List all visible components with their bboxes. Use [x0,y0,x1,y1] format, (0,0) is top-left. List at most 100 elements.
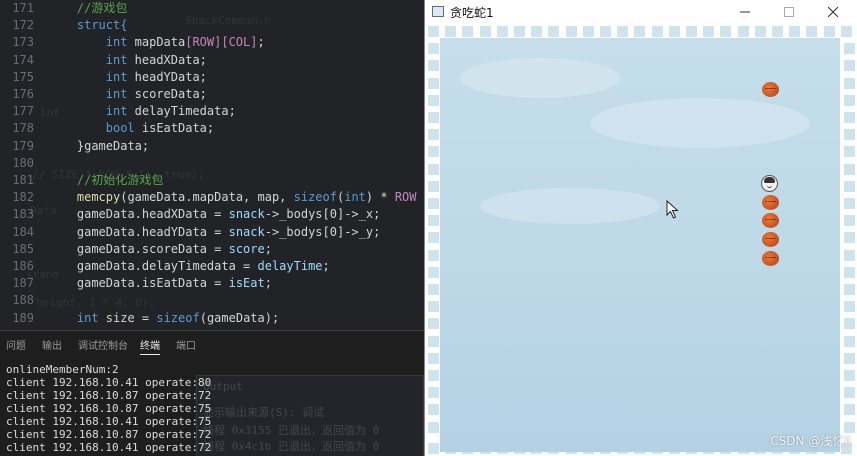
code-text: bool isEatData; [106,120,214,137]
terminal-line: client 192.168.10.41 operate:72 [6,441,212,454]
code-text: //初始化游戏包 [77,172,163,189]
code-line: 173 int mapData[ROW][COL]; [0,34,424,51]
wall-block [844,215,855,227]
app-window-icon [432,6,444,17]
terminal-line: client 192.168.10.87 operate:75 [6,402,212,415]
wall-block [565,26,577,37]
code-line: 189 int size = sizeof(gameData); [0,310,424,327]
tab-ports[interactable]: 端口 [176,337,196,352]
code-token: size = [105,310,157,325]
tab-problems[interactable]: 问题 [6,337,26,352]
terminal-line: client 192.168.10.87 operate:72 [6,428,212,441]
code-line: 181 //初始化游戏包 [0,172,424,189]
code-token: int [76,310,106,325]
window-title: 贪吃蛇1 [450,6,494,20]
code-token: ; [322,259,330,273]
wall-block [844,318,855,330]
line-number: 177 [12,104,34,119]
wall-block [720,26,732,37]
minimize-button[interactable] [723,0,767,24]
wall-block [844,301,855,313]
wall-block [617,26,629,37]
code-token: int [105,104,135,119]
code-token: score [228,241,265,256]
wall-block [772,26,783,37]
board-texture [460,58,620,98]
code-token: snack [228,207,265,222]
wall-block [428,421,439,433]
code-token: //初始化游戏包 [76,173,164,187]
wall-block [844,43,855,55]
wall-block [582,26,594,37]
maximize-button[interactable] [767,0,811,24]
wall-block [428,352,439,364]
wall-block [428,129,439,141]
tab-debug-console[interactable]: 调试控制台 [78,337,128,352]
ghost-text: 线程 0x3155 已退出，返回值为 0 [203,424,380,437]
wall-block [844,163,855,175]
wall-block [844,284,855,295]
wall-block [686,26,697,37]
wall-block [844,198,855,209]
code-token: gameData.delayTimedata = [76,259,258,273]
code-token: isEatData; [141,121,215,136]
code-text: int delayTimedata; [106,103,236,120]
terminal-line: onlineMemberNum:2 [6,363,119,376]
code-token: headYData; [134,69,207,84]
wall-block [428,284,439,295]
wall-block [703,26,715,37]
wall-block [428,163,439,175]
wall-block [844,421,855,433]
line-number: 172 [12,18,34,33]
game-board[interactable] [440,38,840,452]
wall-block [514,26,525,37]
tab-terminal[interactable]: 终端 [140,337,160,355]
tab-output[interactable]: 输出 [42,337,62,352]
ghost-text: 显示输出来源(S): 调试 [203,406,325,419]
wall-block [668,26,680,37]
code-line: 184 gameData.headYData = snack->_bodys[0]… [0,224,424,241]
mouse-cursor-icon [666,200,679,219]
wall-block [428,146,439,158]
code-token: ; [264,276,272,291]
wall-block [428,335,439,347]
code-token: scoreData; [134,87,207,101]
wall-block [840,26,852,37]
code-token: memcpy [76,190,121,205]
code-line: 183 gameData.headXData = snack->_bodys[0]… [0,206,424,223]
code-editor[interactable]: SnackCommon.h int // SIZE * ROW * 1), tr… [0,0,424,330]
code-token: ROW [394,190,417,205]
ghost-dialog-overlay: Output 显示输出来源(S): 调试 线程 0x3155 已退出，返回值为 … [196,375,424,456]
line-number: 183 [12,207,34,222]
line-number: 186 [12,259,34,273]
wall-block [844,60,855,72]
title-bar[interactable]: 贪吃蛇1 [425,0,857,24]
line-number: 171 [12,1,34,15]
wall-block [428,266,439,278]
code-token: int [344,190,366,205]
wall-block [844,146,855,158]
wall-block [823,26,835,37]
wall-block [844,352,855,364]
line-number: 175 [12,69,34,84]
code-token: ->_bodys[0]->_x; [264,207,381,222]
code-token: gameData.headXData = [76,207,229,222]
close-button[interactable] [811,0,855,24]
code-token: int [105,69,135,84]
snake-head [761,175,778,192]
code-line: 187 gameData.isEatData = isEat; [0,275,424,292]
code-text: gameData.isEatData = isEat; [77,275,272,292]
line-number: 184 [12,224,34,239]
code-text: int size = sizeof(gameData); [77,310,279,327]
game-client-area[interactable]: CSDN @浅忆ll [426,24,857,456]
code-text: int headYData; [106,69,207,86]
code-text: int mapData[ROW][COL]; [106,34,265,51]
line-number: 187 [12,276,34,291]
code-token: ; [264,241,272,256]
wall-block [844,370,855,381]
line-number: 176 [12,87,34,101]
wall-block [789,26,801,37]
code-token: ->_bodys[0]->_y; [264,224,381,239]
wall-block [844,232,855,244]
code-token: [ROW][COL] [185,35,258,50]
